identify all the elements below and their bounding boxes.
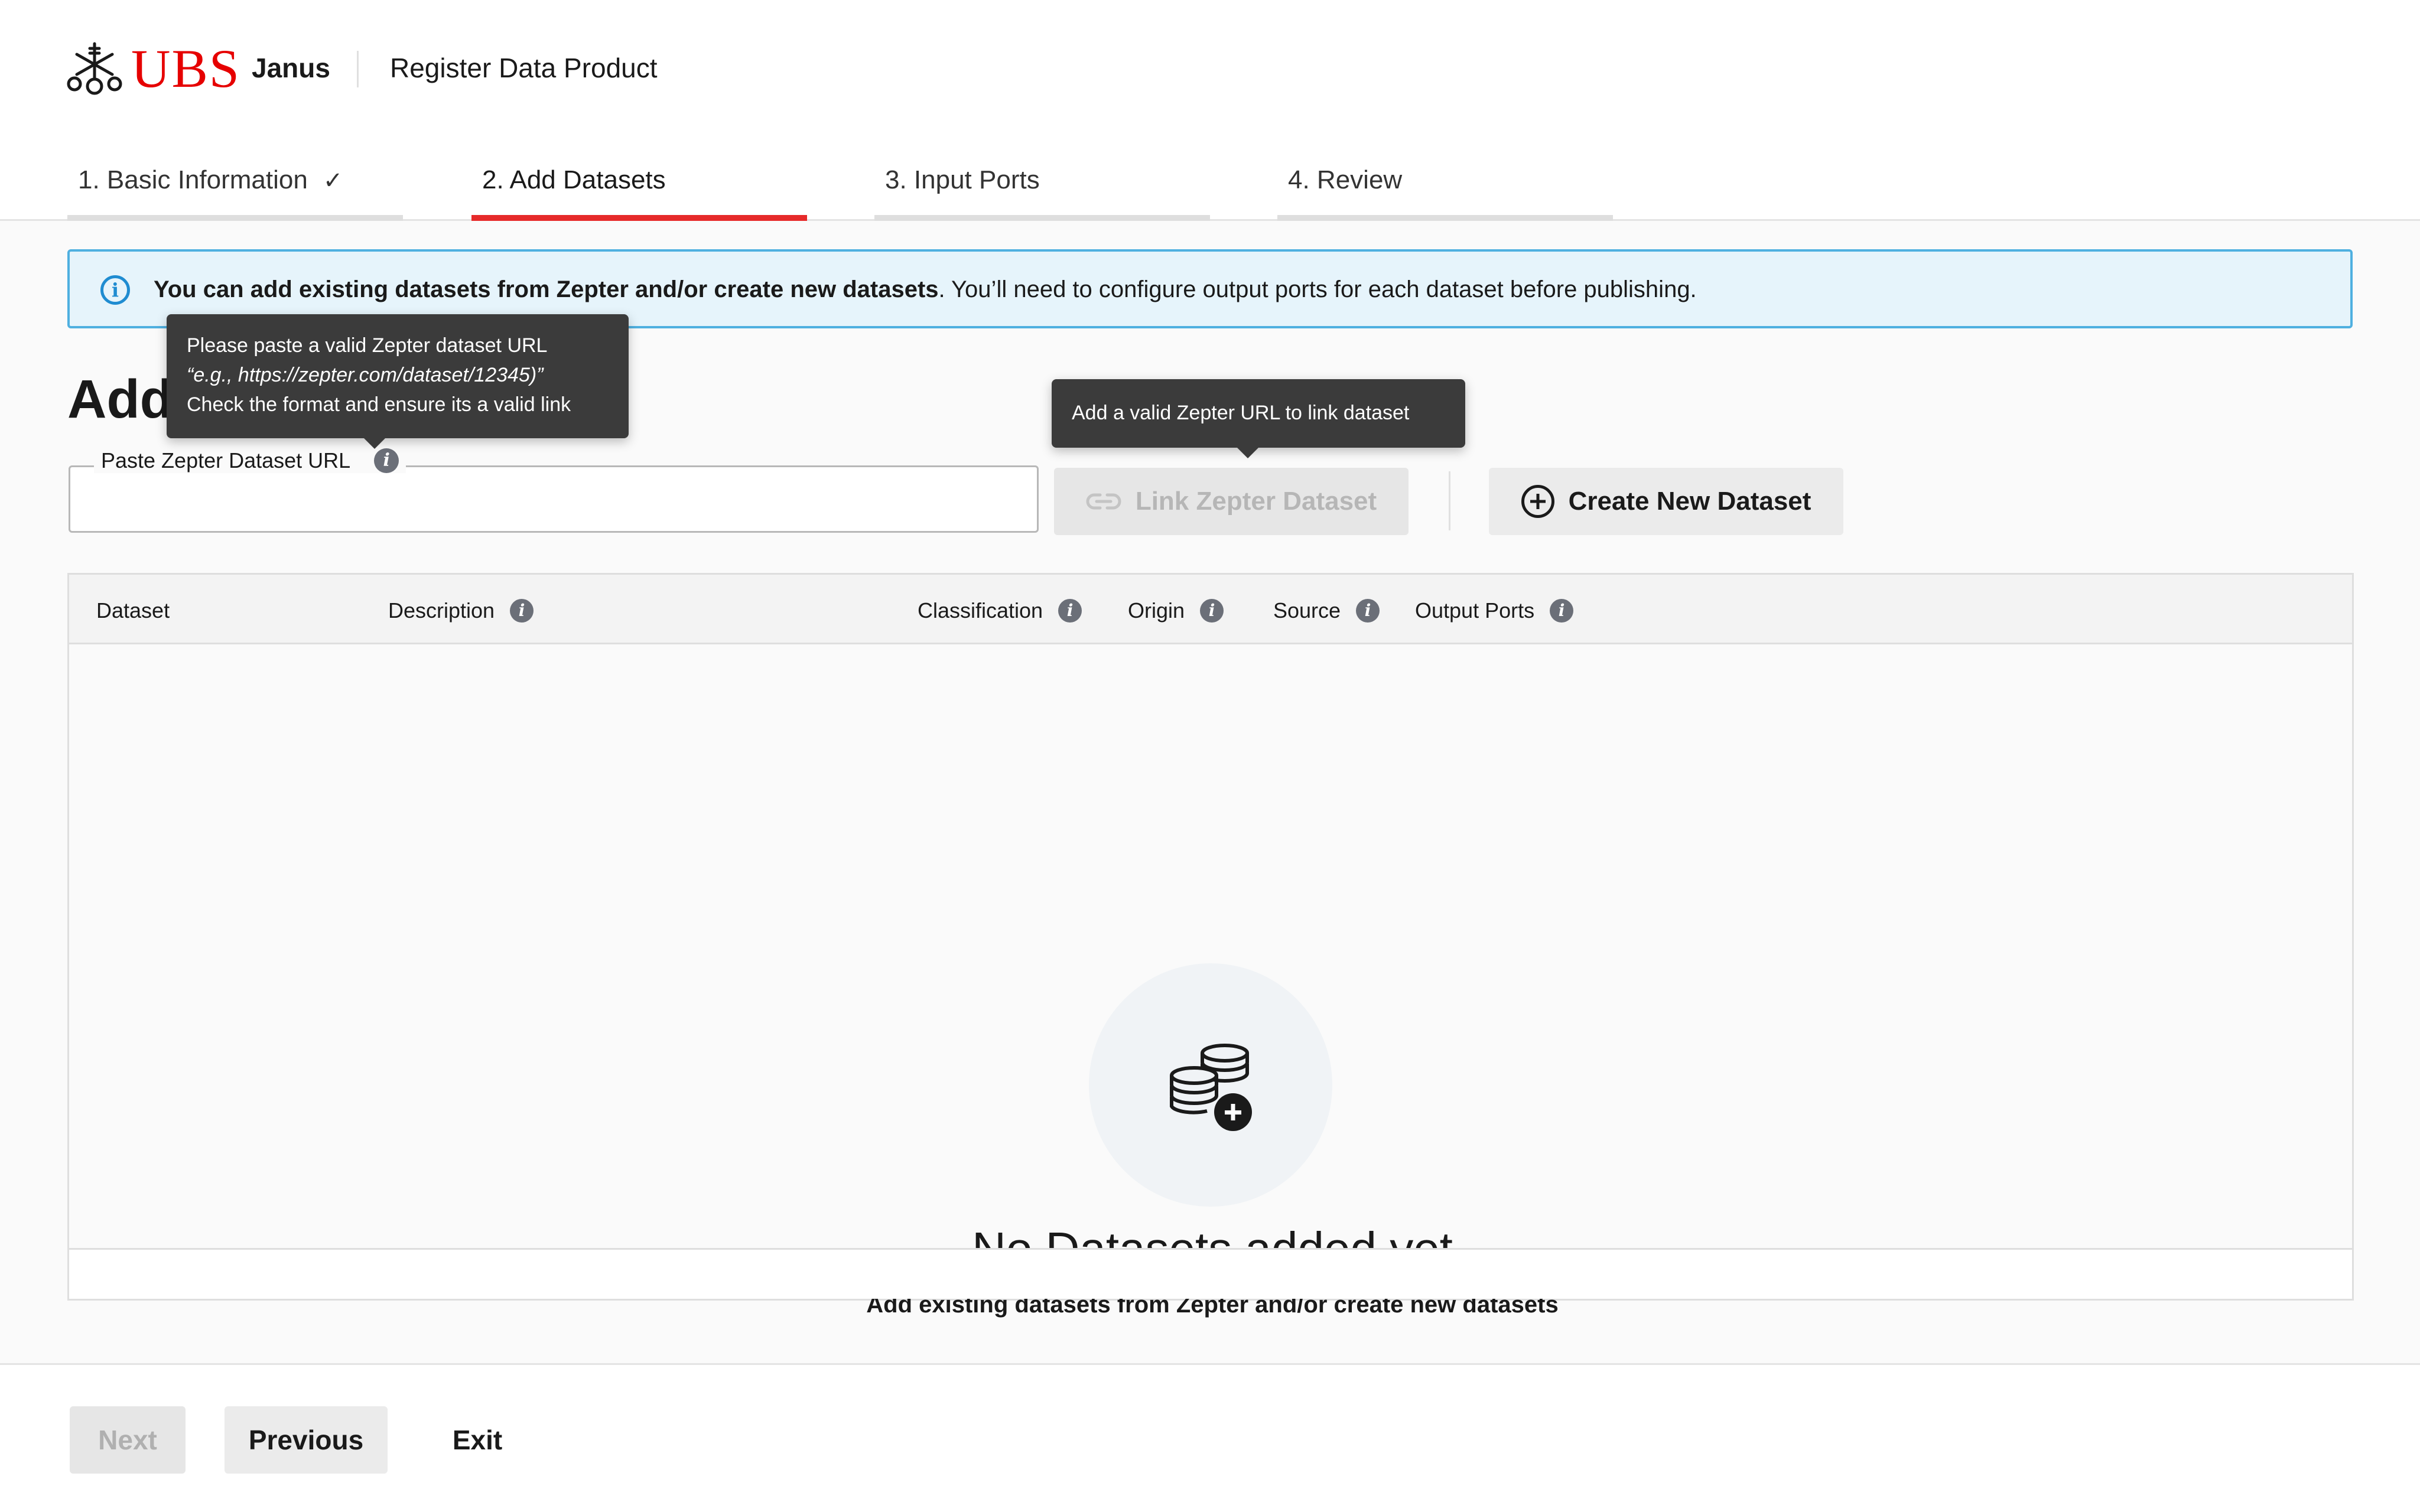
url-info-icon[interactable]: i: [374, 448, 399, 473]
step-input-ports[interactable]: 3. Input Ports: [874, 159, 1210, 221]
banner-bold-text: You can add existing datasets from Zepte…: [154, 276, 939, 302]
info-icon: i: [100, 275, 130, 305]
ubs-logo[interactable]: UBS: [66, 38, 240, 99]
keys-logo-icon: [67, 42, 122, 95]
datasets-table: Dataset Description i Classification i O…: [67, 573, 2354, 1318]
step-label: 2. Add Datasets: [482, 165, 666, 194]
header-divider: [357, 51, 359, 87]
link-dataset-label: Link Zepter Dataset: [1135, 487, 1377, 516]
column-dataset: Dataset: [96, 598, 170, 623]
output-ports-info-icon[interactable]: i: [1550, 599, 1574, 623]
empty-state-illustration: [1089, 963, 1332, 1207]
app-name: Janus: [252, 53, 330, 83]
table-footer: [69, 1250, 2352, 1299]
column-output-ports: Output Ports i: [1415, 598, 1574, 623]
checkmark-icon: ✓: [323, 168, 343, 194]
link-zepter-dataset-button[interactable]: Link Zepter Dataset: [1054, 468, 1409, 535]
zepter-url-input[interactable]: [70, 467, 1037, 531]
previous-button[interactable]: Previous: [225, 1406, 388, 1474]
create-new-dataset-button[interactable]: Create New Dataset: [1489, 468, 1843, 535]
url-help-tooltip: Please paste a valid Zepter dataset URL …: [167, 314, 629, 449]
link-dataset-tooltip: Add a valid Zepter URL to link dataset: [1052, 379, 1465, 458]
column-classification: Classification i: [918, 598, 1082, 623]
link-icon: [1086, 493, 1121, 510]
zepter-url-field: Paste Zepter Dataset URL i: [69, 448, 1039, 533]
page-title: Register Data Product: [390, 53, 658, 83]
main-content: i You can add existing datasets from Zep…: [0, 221, 2420, 1363]
step-review[interactable]: 4. Review: [1277, 159, 1613, 221]
column-origin: Origin i: [1128, 598, 1224, 623]
source-info-icon[interactable]: i: [1356, 599, 1380, 623]
origin-info-icon[interactable]: i: [1200, 599, 1224, 623]
next-button[interactable]: Next: [70, 1406, 186, 1474]
brand-name: UBS: [131, 38, 240, 99]
tooltip-line: Please paste a valid Zepter dataset URL: [187, 334, 548, 357]
step-label: 4. Review: [1288, 165, 1403, 194]
url-field-label: Paste Zepter Dataset URL: [101, 448, 351, 472]
column-source: Source i: [1273, 598, 1380, 623]
step-label: 1. Basic Information: [78, 165, 308, 194]
step-label: 3. Input Ports: [885, 165, 1040, 194]
exit-button[interactable]: Exit: [431, 1406, 523, 1474]
banner-text: . You’ll need to configure output ports …: [938, 276, 1697, 302]
table-header: Dataset Description i Classification i O…: [69, 575, 2352, 644]
column-description: Description i: [388, 598, 534, 623]
button-divider: [1449, 471, 1450, 530]
tooltip-example: “e.g., https://zepter.com/dataset/12345)…: [187, 364, 544, 386]
plus-circle-icon: [1521, 485, 1554, 518]
step-add-datasets[interactable]: 2. Add Datasets: [471, 159, 807, 221]
wizard-footer: Next Previous Exit: [0, 1363, 2420, 1512]
app-header: UBS Janus Register Data Product 1. Basic…: [0, 0, 2420, 221]
classification-info-icon[interactable]: i: [1058, 599, 1082, 623]
create-dataset-label: Create New Dataset: [1568, 487, 1811, 516]
database-add-icon: [1170, 1044, 1252, 1131]
tooltip-line: Check the format and ensure its a valid …: [187, 393, 571, 416]
step-basic-information[interactable]: 1. Basic Information ✓: [67, 159, 403, 221]
description-info-icon[interactable]: i: [510, 599, 534, 623]
